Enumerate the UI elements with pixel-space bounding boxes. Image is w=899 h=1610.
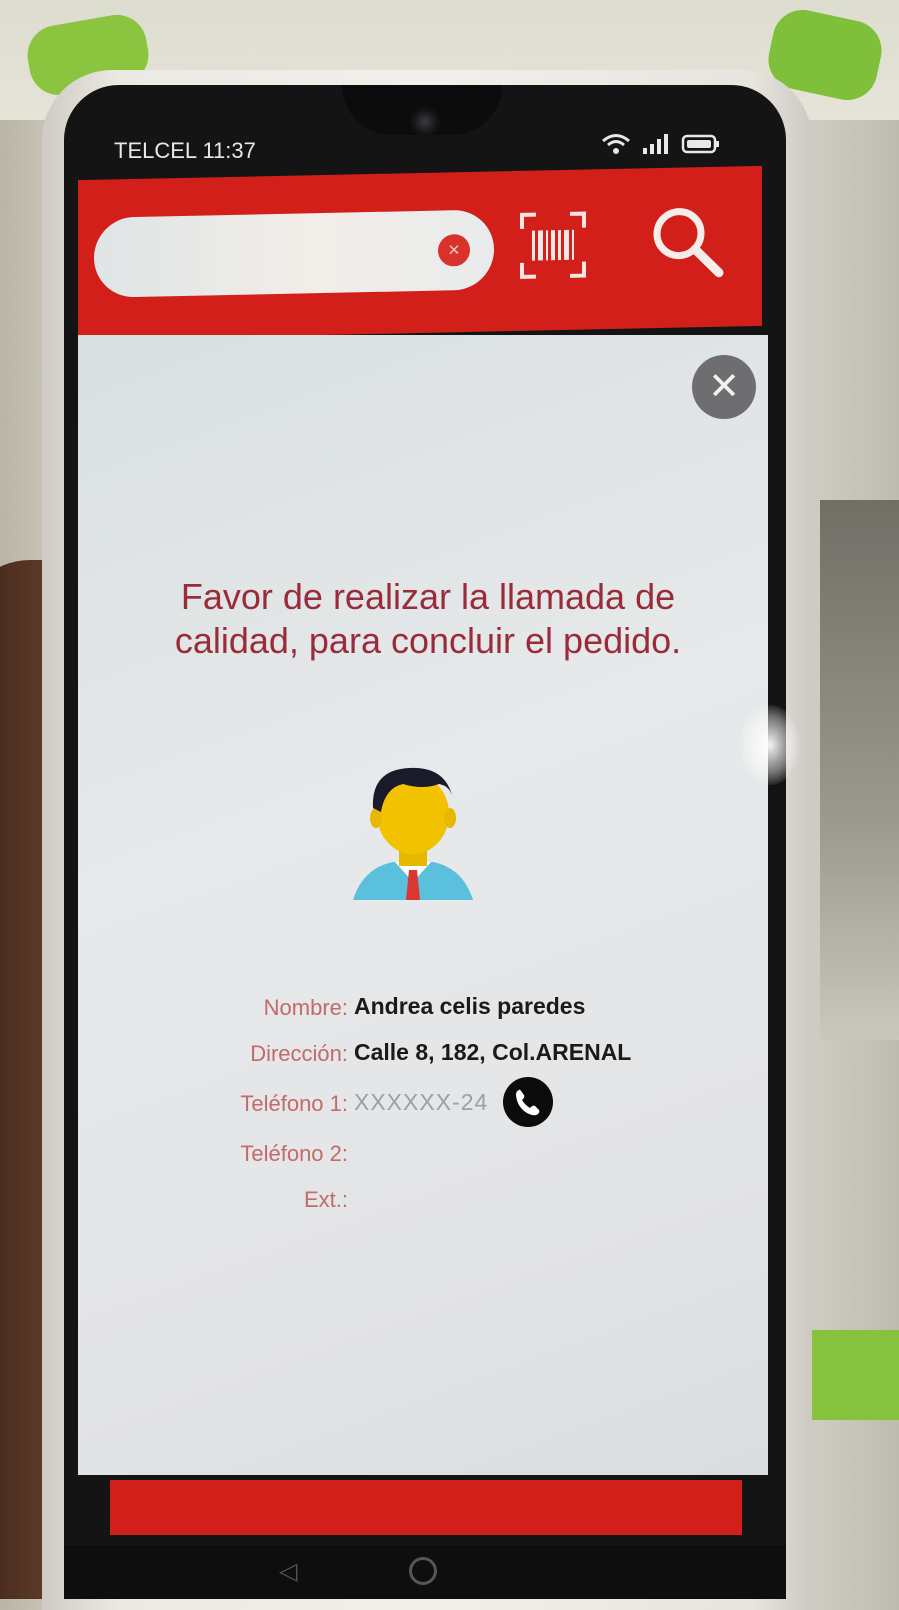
info-row-telefono-1: Teléfono 1: XXXXXX-24 bbox=[78, 1077, 768, 1127]
back-icon[interactable]: ◁ bbox=[279, 1557, 297, 1586]
info-row-nombre: Nombre: Andrea celis paredes bbox=[78, 993, 768, 1031]
search-input[interactable]: × bbox=[94, 209, 494, 298]
phone-screen: TELCEL 11:37 × ✕ Favor de realizar la ll… bbox=[64, 85, 786, 1599]
phone-call-icon bbox=[516, 1089, 540, 1116]
dialog-message: Favor de realizar la llamada de calidad,… bbox=[174, 576, 682, 661]
signal-icon bbox=[641, 132, 671, 156]
field-label: Teléfono 1: bbox=[240, 1091, 348, 1116]
field-value: XXXXXX-24 bbox=[354, 1089, 489, 1115]
field-label: Dirección: bbox=[250, 1041, 348, 1066]
search-icon bbox=[653, 208, 724, 278]
barcode-scan-icon bbox=[520, 211, 586, 279]
field-label: Teléfono 2: bbox=[240, 1141, 348, 1166]
close-icon[interactable]: ✕ bbox=[692, 355, 756, 419]
search-button[interactable] bbox=[643, 196, 733, 288]
wifi-icon bbox=[601, 132, 631, 156]
app-header: × bbox=[78, 165, 762, 341]
barcode-scan-button[interactable] bbox=[518, 209, 588, 280]
battery-icon bbox=[681, 132, 721, 156]
status-left: TELCEL 11:37 bbox=[114, 138, 256, 164]
quality-call-dialog: ✕ Favor de realizar la llamada de calida… bbox=[78, 335, 768, 1475]
system-nav-bar: ◁ bbox=[64, 1545, 786, 1599]
home-icon[interactable] bbox=[409, 1557, 437, 1585]
person-avatar-icon bbox=[343, 750, 483, 910]
field-label: Nombre: bbox=[263, 995, 348, 1020]
carrier-label: TELCEL bbox=[114, 138, 197, 163]
app-footer-bar bbox=[110, 1480, 742, 1535]
info-row-ext: Ext.: bbox=[78, 1187, 768, 1223]
light-glare bbox=[740, 705, 800, 785]
background-green-object bbox=[810, 1330, 899, 1420]
field-value: Andrea celis paredes bbox=[354, 993, 586, 1019]
background-shelf bbox=[820, 500, 899, 1040]
status-icons bbox=[601, 132, 721, 156]
info-row-direccion: Dirección: Calle 8, 182, Col.ARENAL bbox=[78, 1039, 768, 1077]
clock: 11:37 bbox=[202, 138, 256, 163]
field-label: Ext.: bbox=[303, 1187, 348, 1212]
field-value: Calle 8, 182, Col.ARENAL bbox=[354, 1039, 632, 1065]
close-circle-icon[interactable]: × bbox=[438, 233, 470, 267]
info-row-telefono-2: Teléfono 2: bbox=[78, 1141, 768, 1177]
call-button[interactable] bbox=[503, 1077, 553, 1127]
